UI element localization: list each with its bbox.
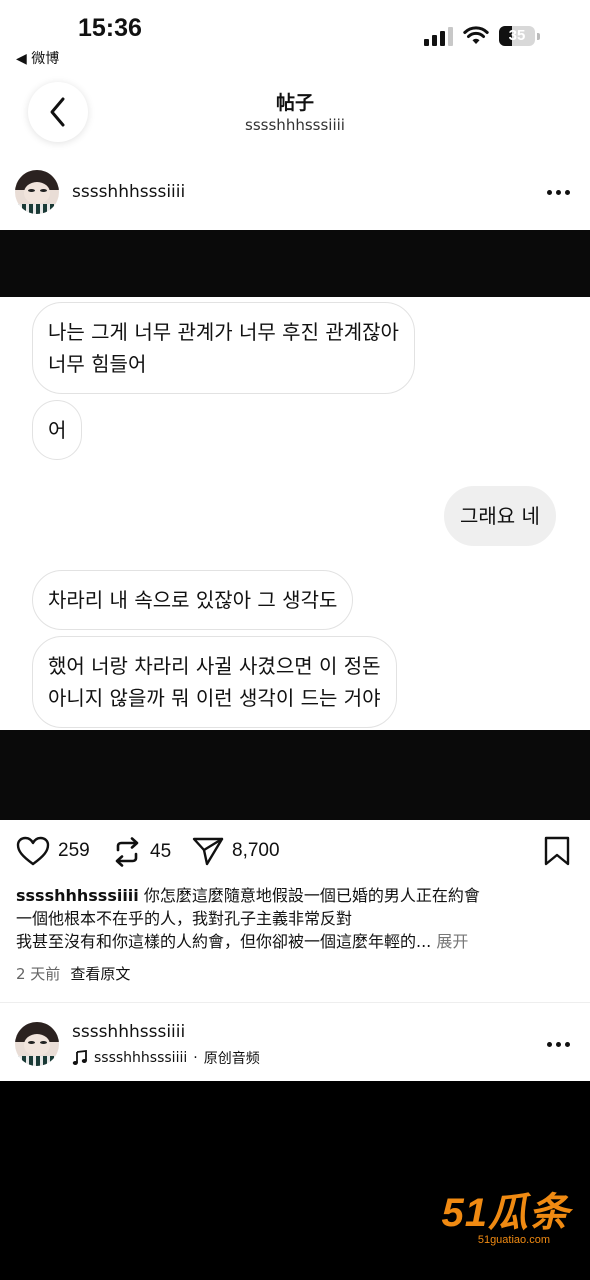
media-letterbox-top <box>0 230 590 297</box>
audio-user: sssshhhsssiiii <box>94 1050 188 1066</box>
caption-text: 你怎麼這麼隨意地假設一個已婚的男人正在約會 <box>138 886 480 905</box>
status-time: 15:36 <box>78 14 142 42</box>
share-icon <box>192 837 224 866</box>
caption-text: 一個他根本不在乎的人，我對孔子主義非常反對 <box>16 909 353 928</box>
next-post-author[interactable]: sssshhhsssiiii <box>72 1022 185 1042</box>
repost-icon <box>115 837 139 867</box>
back-to-app-link[interactable]: ◀ 微博 <box>16 48 59 68</box>
battery-icon: 35 <box>499 26 540 46</box>
watermark-logo: 51瓜条 <box>441 1191 570 1235</box>
original-audio-link[interactable]: sssshhhsssiiii · 原创音频 <box>72 1048 260 1068</box>
repost-button[interactable]: 45 <box>112 836 171 868</box>
message-bubble-received: 나는 그게 너무 관계가 너무 후진 관계잖아 너무 힘들어 <box>32 302 415 394</box>
more-options-button[interactable] <box>545 184 572 201</box>
more-icon <box>547 1042 552 1047</box>
post-actions: 259 45 8,700 <box>0 832 590 876</box>
caption-text: 我甚至沒有和你這樣的人約會，但你卻被一個這麼年輕的... <box>16 932 432 951</box>
audio-label: 原创音频 <box>203 1051 260 1067</box>
post-time: 2 天前 <box>16 965 61 983</box>
page-subtitle: sssshhhsssiiii <box>245 116 345 134</box>
post-media[interactable]: 나는 그게 너무 관계가 너무 후진 관계잖아 너무 힘들어 어 그래요 네 차… <box>0 230 590 820</box>
status-icons: 35 <box>424 26 540 46</box>
author-avatar[interactable] <box>15 170 59 214</box>
like-count: 259 <box>58 840 90 861</box>
more-icon <box>547 190 552 195</box>
message-bubble-received: 했어 너랑 차라리 사귈 사겼으면 이 정돈 아니지 않을까 뭐 이런 생각이 … <box>32 636 397 728</box>
caption-username[interactable]: sssshhhsssiiii <box>16 886 139 905</box>
next-post-more-button[interactable] <box>545 1036 572 1053</box>
message-bubble-sent: 그래요 네 <box>444 486 556 546</box>
site-watermark: 51瓜条 51guatiao.com <box>442 1180 571 1246</box>
post-caption: sssshhhsssiiii 你怎麼這麼隨意地假設一個已婚的男人正在約會 一個他… <box>16 884 576 953</box>
view-original-link[interactable]: 查看原文 <box>70 963 130 984</box>
battery-level: 35 <box>508 27 526 44</box>
post-meta: 2 天前 查看原文 <box>16 963 130 984</box>
message-bubble-received: 어 <box>32 400 83 460</box>
heart-icon <box>16 836 50 866</box>
wifi-icon <box>463 26 489 44</box>
share-count: 8,700 <box>232 840 280 861</box>
next-post-avatar[interactable] <box>15 1022 59 1066</box>
page-title: 帖子 <box>275 92 314 114</box>
music-note-icon <box>72 1050 87 1065</box>
expand-caption-link[interactable]: 展开 <box>431 932 468 951</box>
bookmark-button[interactable] <box>544 836 570 866</box>
bookmark-icon <box>544 836 570 866</box>
message-bubble-received: 차라리 내 속으로 있잖아 그 생각도 <box>32 570 354 630</box>
like-button[interactable]: 259 <box>16 836 90 866</box>
media-letterbox-bottom <box>0 730 590 820</box>
share-button[interactable]: 8,700 <box>192 836 280 866</box>
author-name[interactable]: sssshhhsssiiii <box>72 182 185 202</box>
repost-count: 45 <box>150 841 172 862</box>
signal-icon <box>424 26 453 46</box>
watermark-url: 51guatiao.com <box>477 1234 550 1246</box>
post-divider <box>0 1002 590 1003</box>
